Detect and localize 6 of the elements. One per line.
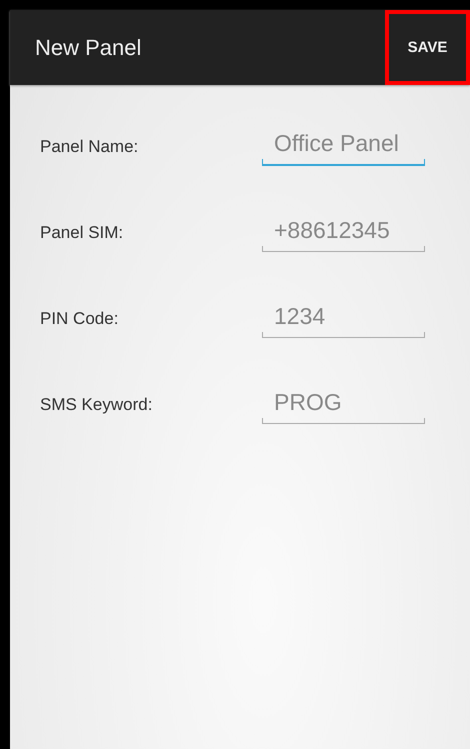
field-label: Panel Name:: [40, 136, 140, 156]
save-button[interactable]: SAVE: [385, 10, 470, 85]
field-label: PIN Code:: [40, 308, 120, 328]
field-label: SMS Keyword:: [40, 394, 154, 414]
field-label: Panel SIM:: [40, 222, 124, 242]
screen-title: New Panel: [35, 34, 142, 60]
